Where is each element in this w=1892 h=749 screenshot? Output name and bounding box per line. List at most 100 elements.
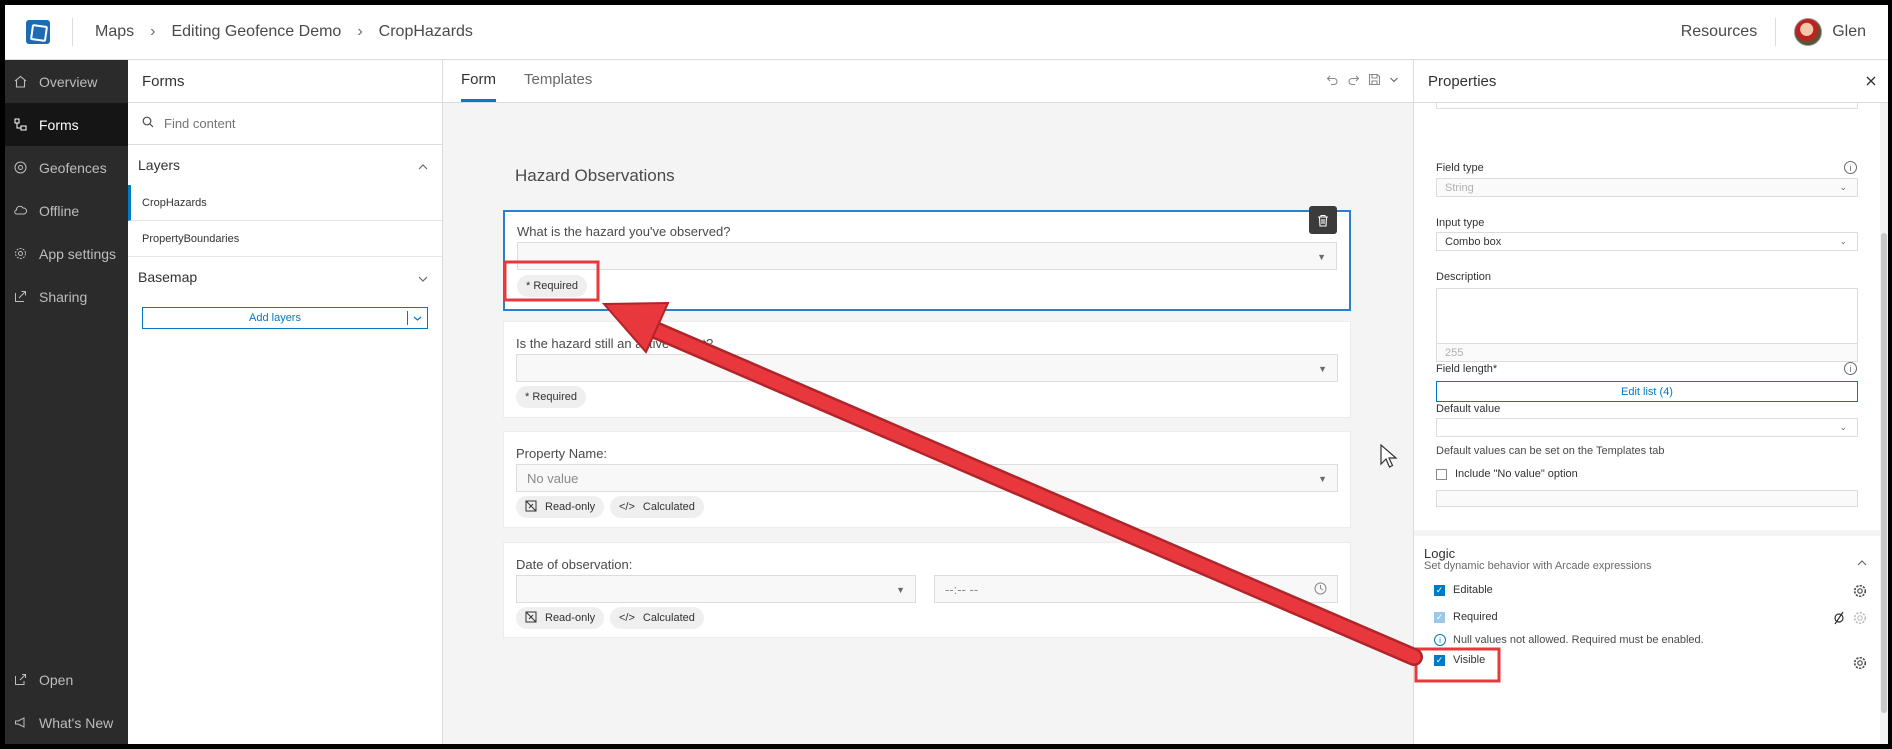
field-length-box-visible: 255 (1436, 343, 1858, 362)
visible-checkbox[interactable]: ✓ (1434, 654, 1445, 666)
gear-icon[interactable] (1853, 656, 1867, 673)
layer-item-crophazards[interactable]: CropHazards (128, 185, 442, 221)
properties-panel: Properties Field type i String ⌄ Input t… (1413, 60, 1888, 744)
properties-title: Properties (1428, 72, 1497, 90)
add-layers-button[interactable]: Add layers (142, 307, 428, 329)
required-checkbox[interactable]: ✓ (1434, 611, 1445, 623)
chevron-down-icon: ⌄ (1839, 236, 1847, 246)
include-no-value-checkbox[interactable] (1436, 468, 1447, 480)
field-length-value-box (1436, 378, 1858, 379)
breadcrumb-map[interactable]: Editing Geofence Demo (171, 23, 341, 41)
time-picker[interactable]: --:-- -- (934, 575, 1338, 603)
field-label: Is the hazard still an active threat? (516, 336, 714, 351)
nav-item-geofences[interactable]: Geofences (5, 146, 128, 189)
form-element-active-threat[interactable]: Is the hazard still an active threat? ▼ … (503, 321, 1351, 418)
default-value-select[interactable]: ⌄ (1436, 418, 1858, 437)
chip-label: * Required (526, 280, 578, 292)
read-only-chip: Read-only (516, 496, 605, 518)
layer-item-propertyboundaries[interactable]: PropertyBoundaries (128, 221, 442, 257)
scroll-thumb[interactable] (1881, 233, 1887, 713)
include-no-value-row[interactable]: Include "No value" option (1436, 468, 1578, 480)
offline-icon (13, 204, 27, 218)
form-element-hazard[interactable]: What is the hazard you've observed? ▼ * … (503, 206, 1351, 311)
nav-item-offline[interactable]: Offline (5, 189, 128, 232)
gear-icon[interactable] (1853, 584, 1867, 601)
nav-label: App settings (39, 245, 117, 262)
logic-section: Logic Set dynamic behavior with Arcade e… (1414, 530, 1888, 744)
chip-label: Calculated (642, 612, 695, 624)
app-logo-icon[interactable] (26, 20, 50, 44)
user-name[interactable]: Glen (1832, 23, 1866, 41)
properties-header: Properties (1414, 60, 1888, 103)
editable-checkbox[interactable]: ✓ (1434, 584, 1445, 596)
edit-list-button[interactable]: Edit list (4) (1436, 381, 1858, 402)
logic-subtitle: Set dynamic behavior with Arcade express… (1424, 560, 1652, 572)
read-only-icon (525, 500, 537, 515)
required-label: Required (1453, 611, 1498, 623)
basemap-title: Basemap (138, 269, 198, 285)
info-icon[interactable]: i (1844, 161, 1857, 174)
tab-templates[interactable]: Templates (524, 71, 592, 102)
nav-item-open[interactable]: Open (5, 658, 128, 701)
form-element-date[interactable]: Date of observation: ▼ --:-- -- Read-onl… (503, 542, 1351, 638)
chip-label: Read-only (545, 501, 596, 513)
caret-down-icon: ▼ (896, 585, 905, 595)
breadcrumb-maps[interactable]: Maps (95, 23, 134, 41)
chevron-down-icon[interactable] (407, 311, 427, 325)
forms-icon (13, 118, 27, 132)
designer-tabs: Form Templates (443, 60, 1413, 103)
nav-item-overview[interactable]: Overview (5, 60, 128, 103)
nav-item-app-settings[interactable]: App settings (5, 232, 128, 275)
avatar[interactable] (1794, 18, 1823, 46)
field-type-label: Field type (1436, 162, 1484, 174)
property-name-select[interactable]: No value ▼ (516, 464, 1338, 492)
nav-item-sharing[interactable]: Sharing (5, 275, 128, 318)
trash-icon (1318, 214, 1328, 227)
required-chip: * Required (516, 386, 586, 408)
form-element-property-name[interactable]: Property Name: No value ▼ Read-only </> … (503, 431, 1351, 528)
megaphone-icon (13, 716, 27, 730)
no-value-label-input (1436, 490, 1858, 507)
forms-panel-title: Forms (128, 60, 442, 103)
undo-icon[interactable] (1326, 73, 1339, 89)
form-title: Hazard Observations (515, 166, 675, 185)
calculated-chip: </> Calculated (610, 496, 704, 518)
description-textarea[interactable] (1436, 288, 1858, 344)
default-value-label: Default value (1436, 403, 1501, 415)
default-value-hint: Default values can be set on the Templat… (1436, 445, 1665, 457)
caret-down-icon: ▼ (1318, 364, 1327, 374)
resources-link[interactable]: Resources (1681, 23, 1757, 41)
tab-form[interactable]: Form (461, 71, 496, 102)
editable-row[interactable]: ✓ Editable (1434, 584, 1493, 596)
chip-label: Calculated (642, 501, 695, 513)
basemap-section-header[interactable]: Basemap (128, 257, 442, 297)
redo-icon[interactable] (1347, 73, 1360, 89)
nav-item-forms[interactable]: Forms (5, 103, 128, 146)
info-icon[interactable]: i (1844, 362, 1857, 375)
description-label: Description (1436, 271, 1492, 283)
delete-element-button[interactable] (1309, 206, 1337, 234)
visible-row[interactable]: ✓ Visible (1434, 654, 1485, 666)
properties-scrollbar[interactable] (1880, 103, 1888, 744)
chevron-down-icon[interactable] (1389, 73, 1399, 89)
gear-icon[interactable] (1853, 611, 1867, 628)
time-placeholder: --:-- -- (945, 581, 979, 597)
layers-section-header[interactable]: Layers (128, 145, 442, 185)
hazard-combo-box[interactable]: ▼ (517, 242, 1337, 270)
find-content-input[interactable] (164, 116, 414, 131)
save-icon[interactable] (1368, 73, 1381, 89)
nav-item-whats-new[interactable]: What's New (5, 701, 128, 744)
date-picker[interactable]: ▼ (516, 575, 916, 603)
required-row[interactable]: ✓ Required (1434, 611, 1498, 623)
designer-toolbar (1326, 73, 1399, 89)
open-icon (13, 673, 27, 687)
no-expression-icon[interactable] (1833, 611, 1845, 628)
chevron-up-icon[interactable] (1857, 554, 1867, 569)
field-type-select: String ⌄ (1436, 178, 1858, 197)
input-type-select[interactable]: Combo box ⌄ (1436, 232, 1858, 251)
active-threat-combo-box[interactable]: ▼ (516, 354, 1338, 382)
header-divider (1775, 18, 1777, 46)
header-right: Resources Glen (1681, 18, 1866, 46)
visible-label: Visible (1453, 654, 1486, 666)
close-icon[interactable] (1866, 73, 1876, 90)
